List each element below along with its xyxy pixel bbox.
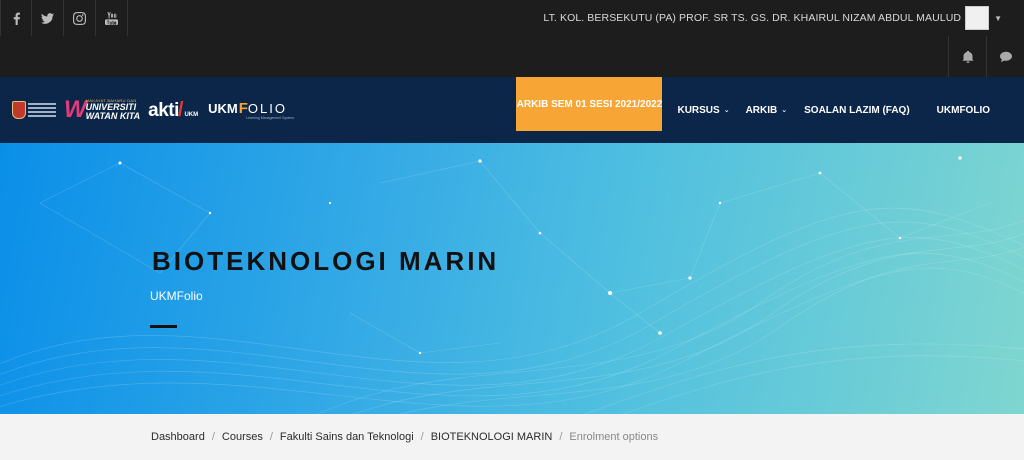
breadcrumb-bar: Dashboard / Courses / Fakulti Sains dan … [0, 414, 1024, 460]
user-menu[interactable]: LT. KOL. BERSEKUTU (PA) PROF. SR TS. GS.… [543, 6, 1002, 30]
user-name[interactable]: LT. KOL. BERSEKUTU (PA) PROF. SR TS. GS.… [543, 12, 961, 24]
breadcrumb-separator: / [420, 431, 424, 443]
breadcrumb-separator: / [269, 431, 273, 443]
akti-ukm-logo[interactable]: akti / UKM [148, 99, 198, 122]
menu-arkib[interactable]: ARKIB ⌄ [746, 77, 788, 143]
menu-kursus[interactable]: KURSUS ⌄ [677, 77, 729, 143]
main-navbar: W MAKAYAT BAHARU DAN UNIVERSITI WATAN KI… [0, 77, 1024, 143]
course-subtitle: UKMFolio [150, 289, 203, 303]
chat-icon [999, 51, 1012, 62]
menu-ukmfolio[interactable]: UKMFOLIO [937, 77, 990, 143]
social-links [0, 0, 128, 36]
breadcrumb-courses[interactable]: Courses [222, 431, 263, 443]
breadcrumb-separator: / [559, 431, 563, 443]
breadcrumb-faculty[interactable]: Fakulti Sains dan Teknologi [280, 431, 414, 443]
breadcrumb-separator: / [211, 431, 215, 443]
breadcrumb: Dashboard / Courses / Fakulti Sains dan … [151, 431, 658, 443]
caret-down-icon[interactable]: ▼ [994, 14, 1002, 23]
logo-group[interactable]: W MAKAYAT BAHARU DAN UNIVERSITI WATAN KI… [12, 95, 294, 125]
ukmfolio-logo[interactable]: UKM F OLIO Learning Management System [208, 100, 294, 120]
title-underline [150, 325, 177, 328]
instagram-icon [73, 11, 86, 25]
chevron-down-icon: ⌄ [723, 107, 730, 114]
breadcrumb-dashboard[interactable]: Dashboard [151, 431, 205, 443]
instagram-link[interactable] [64, 0, 96, 36]
notifications-button[interactable] [948, 36, 986, 77]
twitter-icon [41, 12, 54, 24]
ukm-crest-icon [12, 101, 26, 119]
top-bar: LT. KOL. BERSEKUTU (PA) PROF. SR TS. GS.… [0, 0, 1024, 77]
facebook-icon [13, 12, 20, 25]
youtube-link[interactable] [96, 0, 128, 36]
ukm-logo[interactable] [12, 97, 58, 123]
menu-arkib-label: ARKIB [745, 104, 778, 116]
bell-icon [961, 50, 974, 63]
tool-icons [948, 36, 1024, 77]
twitter-link[interactable] [32, 0, 64, 36]
menu-arkib-sem-label: ARKIB SEM 01 SESI 2021/2022 [516, 98, 663, 110]
menu-faq[interactable]: SOALAN LAZIM (FAQ) [804, 77, 910, 143]
course-title: BIOTEKNOLOGI MARIN [152, 246, 500, 276]
menu-kursus-label: KURSUS [677, 104, 720, 116]
network-background [0, 156, 1024, 414]
avatar[interactable] [965, 6, 990, 30]
youtube-icon [105, 11, 118, 25]
menu-arkib-sem[interactable]: ARKIB SEM 01 SESI 2021/2022 [516, 77, 663, 131]
breadcrumb-course[interactable]: BIOTEKNOLOGI MARIN [431, 431, 553, 443]
breadcrumb-current: Enrolment options [569, 431, 659, 443]
facebook-link[interactable] [0, 0, 32, 36]
main-menu: ARKIB SEM 01 SESI 2021/2022 KURSUS ⌄ ARK… [516, 77, 1024, 143]
menu-ukmfolio-label: UKMFOLIO [936, 104, 990, 116]
course-hero-banner: BIOTEKNOLOGI MARIN UKMFolio [0, 143, 1024, 414]
messages-button[interactable] [986, 36, 1024, 77]
chevron-down-icon: ⌄ [781, 107, 788, 114]
universiti-watan-kita-logo[interactable]: W MAKAYAT BAHARU DAN UNIVERSITI WATAN KI… [64, 96, 140, 124]
menu-faq-label: SOALAN LAZIM (FAQ) [804, 104, 910, 116]
